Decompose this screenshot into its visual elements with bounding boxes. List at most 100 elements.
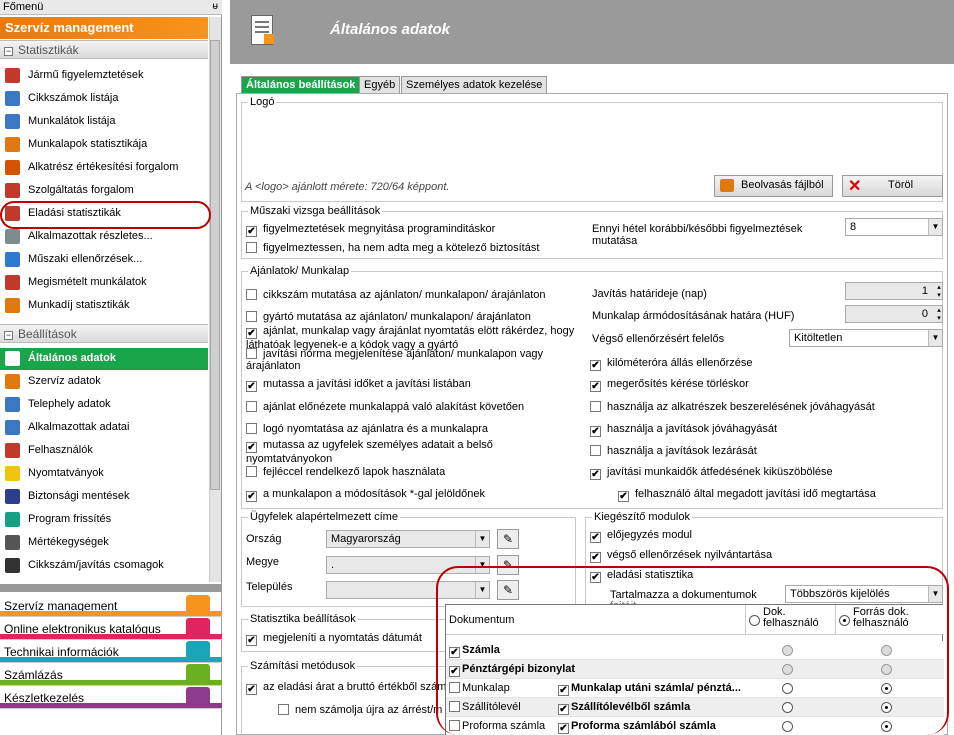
checkbox[interactable] — [278, 704, 289, 715]
checkbox-offer-left-8[interactable]: fejléccel rendelkező lapok használata — [246, 466, 576, 478]
checkbox[interactable]: ✔ — [246, 442, 257, 453]
collapse-icon[interactable]: − — [4, 331, 13, 340]
checkbox[interactable]: ✔ — [246, 381, 257, 392]
checkbox-offer-right-1[interactable]: ✔ megerősítés kérése törléskor — [590, 378, 920, 392]
deadline-stepper[interactable]: 1 — [845, 282, 943, 300]
module-header[interactable]: Szervíz management — [0, 17, 208, 39]
sidebar-item-setting-7[interactable]: Program frissítés — [0, 509, 208, 531]
checkbox-insurance-warning[interactable]: figyelmeztessen, ha nem adta meg a kötel… — [246, 242, 539, 254]
checkbox-warnings-on-start[interactable]: ✔ figyelmeztetések megnyitása programindi… — [246, 223, 495, 237]
checkbox[interactable]: ✔ — [246, 226, 257, 237]
checkbox-offer-right-4[interactable]: használja a javítások lezárását — [590, 445, 920, 457]
sidebar-item-stat-2[interactable]: Munkalátok listája — [0, 111, 208, 133]
country-select[interactable]: Magyarország ▼ — [326, 530, 490, 548]
sidebar-item-setting-0[interactable]: Általános adatok — [0, 348, 208, 370]
weeks-select[interactable]: 8 ▼ — [845, 218, 943, 236]
checkbox-offer-left-0[interactable]: cikkszám mutatása az ajánlaton/ munkalap… — [246, 289, 576, 301]
checkbox[interactable] — [246, 401, 257, 412]
group-statisztikak[interactable]: − Statisztikák — [0, 40, 208, 59]
checkbox[interactable] — [590, 401, 601, 412]
delete-button[interactable]: ✕ Töröl — [842, 175, 943, 197]
checkbox[interactable]: ✔ — [618, 491, 629, 502]
checkbox[interactable] — [246, 466, 257, 477]
sidebar-item-stat-7[interactable]: Alkalmazottak részletes... — [0, 226, 208, 248]
checkbox-offer-left-4[interactable]: ✔ mutassa a javítási időket a javítási li… — [246, 378, 576, 392]
module-3[interactable]: Számlázás — [0, 663, 222, 686]
sidebar-item-stat-4[interactable]: Alkatrész értékesítési forgalom — [0, 157, 208, 179]
weeks-label: Ennyi hétel korábbi/későbbi figyelmeztés… — [592, 223, 803, 247]
checkbox-offer-left-1[interactable]: gyártó mutatása az ajánlaton/ munkalapon… — [246, 311, 576, 323]
checkbox[interactable]: ✔ — [590, 426, 601, 437]
tab-egyeb[interactable]: Egyéb — [359, 76, 401, 93]
checkbox-print-date[interactable]: ✔ megjeleníti a nyomtatás dátumát — [246, 632, 422, 646]
sidebar-item-stat-5[interactable]: Szolgáltatás forgalom — [0, 180, 208, 202]
sidebar-item-setting-4[interactable]: Felhasználók — [0, 440, 208, 462]
module-0[interactable]: Szervíz management — [0, 594, 222, 617]
module-4[interactable]: Készletkezelés — [0, 686, 222, 709]
sidebar-item-setting-1[interactable]: Szervíz adatok — [0, 371, 208, 393]
checkbox-offer-right-6[interactable]: ✔ felhasználó által megadott javítási idő… — [618, 488, 948, 502]
checkbox-offer-left-5[interactable]: ajánlat előnézete munkalappá való alakít… — [246, 401, 576, 413]
checkbox-offer-right-0[interactable]: ✔ kilóméteróra állás ellenőrzése — [590, 357, 920, 371]
edit-country-icon[interactable]: ✎ — [497, 529, 519, 549]
group-beallitasok[interactable]: − Beállítások — [0, 324, 208, 343]
tab-altalanos[interactable]: Általános beállítások — [241, 76, 361, 93]
checkbox[interactable]: ✔ — [246, 491, 257, 502]
sidebar-item-setting-2[interactable]: Telephely adatok — [0, 394, 208, 416]
sidebar-item-stat-8[interactable]: Műszaki ellenőrzések... — [0, 249, 208, 271]
sidebar-item-setting-9[interactable]: Cikkszám/javítás csomagok — [0, 555, 208, 577]
checkbox-offer-right-3[interactable]: ✔ használja a javítások jóváhagyását — [590, 423, 920, 437]
sidebar-item-setting-6[interactable]: Biztonsági mentések — [0, 486, 208, 508]
checkbox[interactable]: ✔ — [246, 635, 257, 646]
checkbox-module-0[interactable]: ✔ előjegyzés modul — [590, 529, 692, 543]
sidebar-item-stat-10[interactable]: Munkadíj statisztikák — [0, 295, 208, 317]
checkbox-label: megjeleníti a nyomtatás dátumát — [263, 632, 422, 644]
checkbox-label: végső ellenőrzések nyilvántartása — [607, 549, 773, 561]
checkbox-offer-right-5[interactable]: ✔ javítási munkaidők átfedésének kiküszöb… — [590, 466, 920, 480]
checkbox[interactable] — [246, 348, 257, 359]
checkbox-no-recalc[interactable]: nem számolja újra az árrést/m — [278, 704, 442, 716]
sidebar-item-setting-3[interactable]: Alkalmazottak adatai — [0, 417, 208, 439]
tab-szemelyes[interactable]: Személyes adatok kezelése — [401, 76, 548, 93]
checkbox[interactable]: ✔ — [590, 381, 601, 392]
sidebar-item-stat-9[interactable]: Megismételt munkálatok — [0, 272, 208, 294]
checkbox[interactable]: ✔ — [590, 532, 601, 543]
chevron-down-icon[interactable]: ▼ — [475, 531, 489, 547]
sidebar-item-stat-1[interactable]: Cikkszámok listája — [0, 88, 208, 110]
checkbox[interactable] — [246, 311, 257, 322]
checkbox[interactable]: ✔ — [590, 469, 601, 480]
checkbox-offer-right-2[interactable]: használja az alkatrészek beszerelésének … — [590, 401, 920, 413]
checkbox-offer-left-7[interactable]: ✔ mutassa az ugyfelek személyes adatait a… — [246, 439, 576, 465]
checkbox-gross-price[interactable]: ✔ az eladási árat a bruttó értékből szám — [246, 681, 446, 695]
load-file-button[interactable]: Beolvasás fájlból — [714, 175, 833, 197]
panel-splitter[interactable] — [0, 584, 222, 592]
checkbox[interactable]: ✔ — [246, 684, 257, 695]
checkbox[interactable]: ✔ — [590, 552, 601, 563]
weeks-value: 8 — [850, 221, 857, 233]
checkbox[interactable] — [246, 242, 257, 253]
chevron-down-icon[interactable]: ▼ — [928, 330, 942, 346]
checkbox[interactable] — [246, 289, 257, 300]
checkbox[interactable]: ✔ — [590, 360, 601, 371]
module-2[interactable]: Technikai információk — [0, 640, 222, 663]
menu-scrollbar-thumb[interactable] — [210, 40, 220, 490]
sidebar-item-stat-3[interactable]: Munkalapok statisztikája — [0, 134, 208, 156]
sidebar-item-setting-5[interactable]: Nyomtatványok — [0, 463, 208, 485]
section-title: Számítási metódusok — [248, 660, 358, 672]
checkbox[interactable] — [590, 445, 601, 456]
collapse-icon[interactable]: − — [4, 47, 13, 56]
menu-item-icon — [5, 183, 20, 198]
sidebar-item-setting-8[interactable]: Mértékegységek — [0, 532, 208, 554]
checkbox-offer-left-9[interactable]: ✔ a munkalapon a módosítások *-gal jelöld… — [246, 488, 576, 502]
price-limit-stepper[interactable]: 0 — [845, 305, 943, 323]
checkbox[interactable]: ✔ — [246, 328, 257, 339]
pin-icon[interactable]: ᵾ — [213, 1, 218, 12]
checkbox-module-1[interactable]: ✔ végső ellenőrzések nyilvántartása — [590, 549, 772, 563]
chevron-down-icon[interactable]: ▼ — [928, 219, 942, 235]
final-check-select[interactable]: Kitöltetlen ▼ — [789, 329, 943, 347]
module-1[interactable]: Online elektronikus katalógus — [0, 617, 222, 640]
sidebar-item-stat-0[interactable]: Jármű figyelemztetések — [0, 65, 208, 87]
checkbox-offer-left-3[interactable]: javítási norma megjelenítése ajánlaton/ … — [246, 348, 576, 372]
checkbox-offer-left-6[interactable]: logó nyomtatása az ajánlatra és a munkal… — [246, 423, 576, 435]
checkbox[interactable] — [246, 423, 257, 434]
